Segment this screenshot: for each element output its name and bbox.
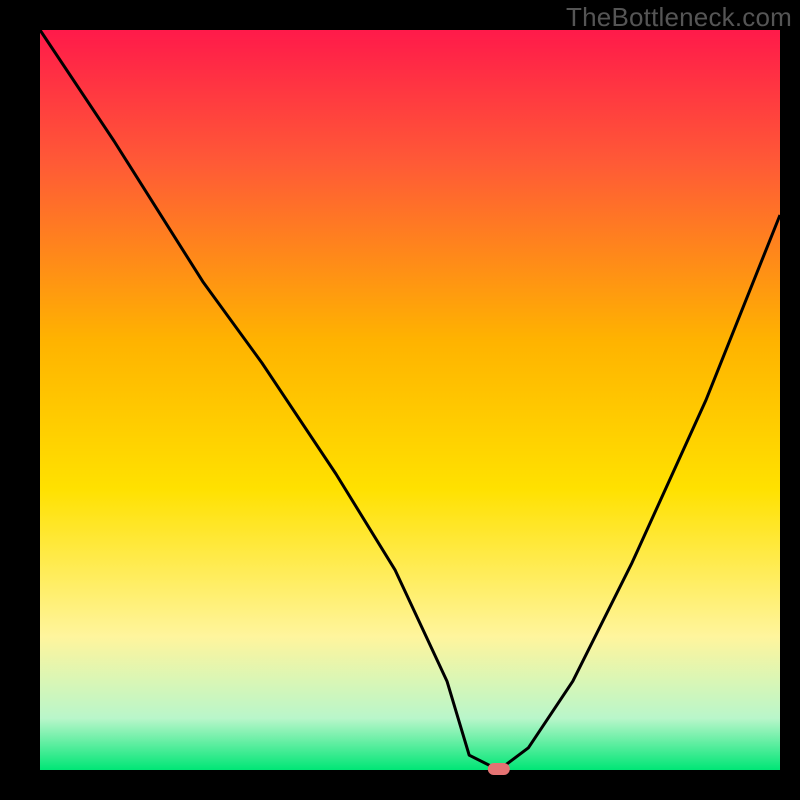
minimum-marker [488, 763, 510, 775]
plot-area [40, 30, 780, 770]
bottleneck-chart [0, 0, 800, 800]
watermark-text: TheBottleneck.com [566, 2, 792, 33]
chart-container: TheBottleneck.com [0, 0, 800, 800]
